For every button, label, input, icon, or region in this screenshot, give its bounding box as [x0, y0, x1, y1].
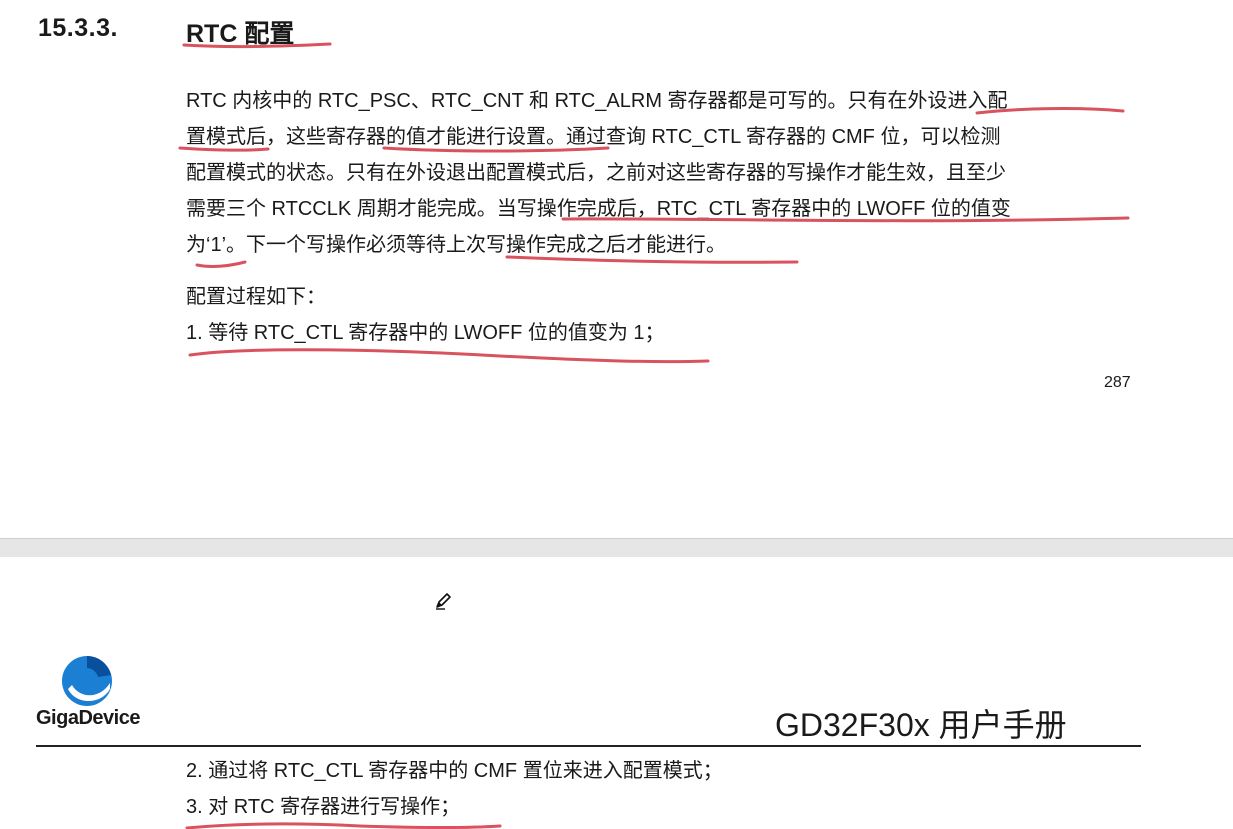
header-rule: [36, 745, 1141, 747]
procedure-title: 配置过程如下：: [186, 286, 326, 308]
paragraph-line: 配置模式的状态。只有在外设退出配置模式后，之前对这些寄存器的写操作才能生效，且至…: [186, 162, 1006, 184]
document-page-upper: 15.3.3. RTC 配置 RTC 内核中的 RTC_PSC、RTC_CNT …: [0, 0, 1233, 538]
section-number: 15.3.3.: [38, 14, 118, 42]
section-title: RTC 配置: [186, 20, 295, 48]
logo-mark-icon: [62, 656, 112, 706]
paragraph-line: 需要三个 RTCCLK 周期才能完成。当写操作完成后，RTC_CTL 寄存器中的…: [186, 198, 1011, 220]
pen-cursor-icon: [436, 593, 451, 610]
paragraph-line: RTC 内核中的 RTC_PSC、RTC_CNT 和 RTC_ALRM 寄存器都…: [186, 90, 1008, 112]
step-item: 2. 通过将 RTC_CTL 寄存器中的 CMF 置位来进入配置模式；: [186, 760, 723, 782]
paragraph-line: 为‘1’。下一个写操作必须等待上次写操作完成之后才能进行。: [186, 234, 727, 256]
step-item: 3. 对 RTC 寄存器进行写操作；: [186, 796, 461, 818]
document-page-lower: [0, 557, 1233, 829]
logo-text: GigaDevice: [36, 707, 140, 729]
page-separator: [0, 538, 1233, 558]
step-item: 1. 等待 RTC_CTL 寄存器中的 LWOFF 位的值变为 1；: [186, 322, 665, 344]
paragraph-line: 置模式后，这些寄存器的值才能进行设置。通过查询 RTC_CTL 寄存器的 CMF…: [186, 126, 1001, 148]
gigadevice-logo: GigaDevice: [36, 655, 140, 735]
manual-title: GD32F30x 用户手册: [775, 707, 1067, 743]
page-number: 287: [1104, 374, 1131, 391]
